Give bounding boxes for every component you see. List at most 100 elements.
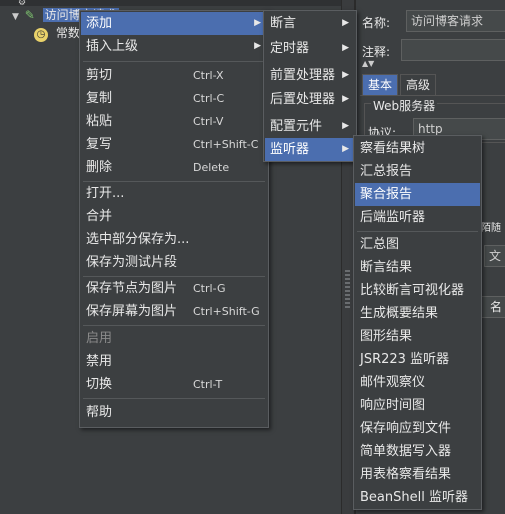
- shortcut-delete: Delete: [193, 161, 230, 174]
- submenu-item-assertion[interactable]: 断言 ▶: [265, 12, 355, 35]
- menu-item-save-fragment-label: 保存为测试片段: [86, 255, 178, 270]
- menu-item-delete-label: 删除: [86, 160, 113, 175]
- submenu-item-listener-label: 监听器: [270, 142, 310, 157]
- listener-save-responses-label: 保存响应到文件: [360, 421, 452, 436]
- listener-view-results-tree-label: 察看结果树: [360, 141, 426, 156]
- submenu-item-post-processor[interactable]: 后置处理器 ▶: [265, 88, 355, 111]
- listener-summary-report[interactable]: 汇总报告: [355, 160, 480, 183]
- menu-item-add[interactable]: 添加 ▶: [81, 12, 267, 35]
- listener-assertion-results-label: 断言结果: [360, 260, 413, 275]
- tab-basic[interactable]: 基本: [362, 74, 399, 96]
- submenu-arrow-icon: ▶: [342, 94, 349, 104]
- listener-aggregate-graph-label: 汇总图: [360, 237, 400, 252]
- listener-summary-report-label: 汇总报告: [360, 164, 413, 179]
- pipette-icon: ✎: [24, 8, 35, 22]
- submenu-arrow-icon: ▶: [254, 18, 261, 28]
- menu-item-cut[interactable]: 剪切 Ctrl-X: [81, 64, 267, 87]
- menu-item-duplicate[interactable]: 复写 Ctrl+Shift-C: [81, 133, 267, 156]
- menu-separator: [83, 61, 265, 62]
- menu-item-add-label: 添加: [86, 16, 113, 31]
- menu-item-save-screen-image[interactable]: 保存屏幕为图片 Ctrl+Shift-G: [81, 300, 267, 323]
- submenu-item-pre-processor-label: 前置处理器: [270, 68, 336, 83]
- submenu-item-post-processor-label: 后置处理器: [270, 92, 336, 107]
- shortcut-cut: Ctrl-X: [193, 69, 224, 82]
- listener-view-results-table[interactable]: 用表格察看结果: [355, 463, 480, 486]
- listener-response-time-graph[interactable]: 响应时间图: [355, 394, 480, 417]
- listener-simple-data-writer[interactable]: 简单数据写入器: [355, 440, 480, 463]
- listener-aggregate-report-label: 聚合报告: [360, 187, 413, 202]
- listener-beanshell[interactable]: BeanShell 监听器: [355, 486, 480, 509]
- listener-aggregate-graph[interactable]: 汇总图: [355, 233, 480, 256]
- listener-simple-data-writer-label: 简单数据写入器: [360, 444, 452, 459]
- comment-input[interactable]: [401, 39, 505, 61]
- menu-separator: [83, 398, 265, 399]
- menu-item-paste[interactable]: 粘贴 Ctrl-V: [81, 110, 267, 133]
- menu-item-merge-label: 合并: [86, 209, 113, 224]
- partial-label-random: 陌随: [481, 223, 501, 234]
- menu-item-cut-label: 剪切: [86, 68, 113, 83]
- submenu-item-timer[interactable]: 定时器 ▶: [265, 37, 355, 60]
- menu-item-save-fragment[interactable]: 保存为测试片段: [81, 251, 267, 274]
- submenu-item-timer-label: 定时器: [270, 41, 310, 56]
- menu-item-insert-parent[interactable]: 插入上级 ▶: [81, 35, 267, 58]
- menu-item-save-selection-label: 选中部分保存为...: [86, 232, 190, 247]
- submenu-item-pre-processor[interactable]: 前置处理器 ▶: [265, 64, 355, 87]
- menu-item-save-screen-image-label: 保存屏幕为图片: [86, 304, 178, 319]
- listener-mailer-visualizer[interactable]: 邮件观察仪: [355, 371, 480, 394]
- menu-item-duplicate-label: 复写: [86, 137, 113, 152]
- listener-view-results-tree[interactable]: 察看结果树: [355, 137, 480, 160]
- submenu-arrow-icon: ▶: [254, 41, 261, 51]
- menu-item-insert-parent-label: 插入上级: [86, 39, 139, 54]
- listener-aggregate-report[interactable]: 聚合报告: [355, 183, 480, 206]
- expand-toggle-icon[interactable]: ▼: [12, 12, 19, 22]
- submenu-item-config-element-label: 配置元件: [270, 119, 323, 134]
- comment-label: 注释:: [362, 45, 391, 59]
- menu-item-save-selection[interactable]: 选中部分保存为...: [81, 228, 267, 251]
- menu-item-toggle-label: 切换: [86, 377, 113, 392]
- listener-generate-summary-label: 生成概要结果: [360, 306, 439, 321]
- listener-graph-results-label: 图形结果: [360, 329, 413, 344]
- listener-backend-listener[interactable]: 后端监听器: [355, 206, 480, 229]
- menu-item-delete[interactable]: 删除 Delete: [81, 156, 267, 179]
- submenu-item-assertion-label: 断言: [270, 16, 297, 31]
- partial-dropdown[interactable]: 文: [484, 245, 505, 267]
- listener-backend-listener-label: 后端监听器: [360, 210, 426, 225]
- menu-item-help[interactable]: 帮助: [81, 401, 267, 424]
- listener-submenu: 察看结果树 汇总报告 聚合报告 后端监听器 汇总图 断言结果 比较断言可视化器 …: [353, 135, 482, 510]
- menu-item-enable[interactable]: 启用: [81, 327, 267, 350]
- menu-item-enable-label: 启用: [86, 331, 113, 346]
- listener-jsr223[interactable]: JSR223 监听器: [355, 348, 480, 371]
- menu-item-merge[interactable]: 合并: [81, 205, 267, 228]
- menu-item-copy[interactable]: 复制 Ctrl-C: [81, 87, 267, 110]
- shortcut-duplicate: Ctrl+Shift-C: [193, 138, 259, 151]
- collapse-arrows-icon[interactable]: ▲▼: [362, 59, 374, 68]
- listener-jsr223-label: JSR223 监听器: [360, 352, 450, 367]
- menu-item-save-node-image-label: 保存节点为图片: [86, 281, 178, 296]
- menu-separator: [83, 325, 265, 326]
- listener-comparison-visualizer-label: 比较断言可视化器: [360, 283, 465, 298]
- menu-separator: [357, 231, 478, 232]
- tab-underline: [360, 95, 505, 96]
- shortcut-paste: Ctrl-V: [193, 115, 224, 128]
- tab-advanced[interactable]: 高级: [400, 74, 437, 96]
- menu-item-copy-label: 复制: [86, 91, 113, 106]
- listener-save-responses[interactable]: 保存响应到文件: [355, 417, 480, 440]
- menu-item-toggle[interactable]: 切换 Ctrl-T: [81, 373, 267, 396]
- timer-name[interactable]: 常数: [56, 26, 80, 40]
- name-input[interactable]: 访问博客请求: [406, 10, 505, 32]
- submenu-arrow-icon: ▶: [342, 18, 349, 28]
- listener-assertion-results[interactable]: 断言结果: [355, 256, 480, 279]
- tree-row-timer[interactable]: ◷ 常数: [34, 24, 80, 42]
- menu-item-open[interactable]: 打开...: [81, 182, 267, 205]
- shortcut-save-node-image: Ctrl-G: [193, 282, 226, 295]
- shortcut-copy: Ctrl-C: [193, 92, 225, 105]
- submenu-item-listener[interactable]: 监听器 ▶: [265, 138, 355, 161]
- submenu-item-config-element[interactable]: 配置元件 ▶: [265, 115, 355, 138]
- listener-comparison-visualizer[interactable]: 比较断言可视化器: [355, 279, 480, 302]
- menu-item-disable[interactable]: 禁用: [81, 350, 267, 373]
- menu-item-save-node-image[interactable]: 保存节点为图片 Ctrl-G: [81, 277, 267, 300]
- listener-generate-summary[interactable]: 生成概要结果: [355, 302, 480, 325]
- listener-graph-results[interactable]: 图形结果: [355, 325, 480, 348]
- web-server-title: Web服务器: [371, 97, 438, 114]
- add-submenu: 断言 ▶ 定时器 ▶ 前置处理器 ▶ 后置处理器 ▶ 配置元件 ▶ 监听器 ▶: [263, 10, 357, 162]
